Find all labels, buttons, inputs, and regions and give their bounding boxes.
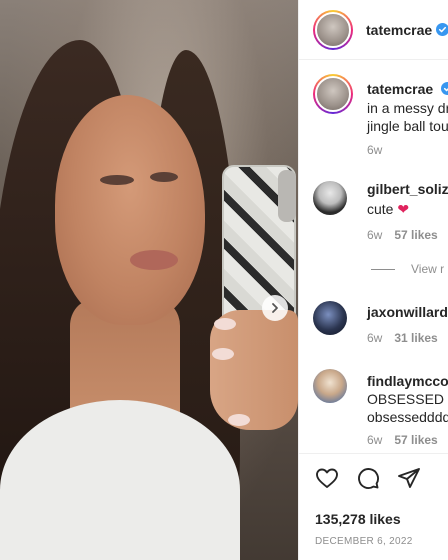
- comment-meta: 6w 57 likes: [367, 433, 438, 447]
- comment-likes[interactable]: 57 likes: [394, 433, 437, 447]
- comment-username[interactable]: jaxonwillard: [367, 304, 448, 320]
- comment-time: 6w: [367, 331, 383, 345]
- replies-divider: [371, 268, 395, 270]
- view-replies-label[interactable]: View r: [411, 262, 444, 276]
- comment-likes[interactable]: 31 likes: [394, 331, 437, 345]
- post-header: tatemcrae: [299, 0, 448, 60]
- comment-icon[interactable]: [356, 466, 380, 490]
- caption-avatar[interactable]: [313, 74, 353, 114]
- action-icons: [315, 466, 421, 490]
- post-actions: 135,278 likes DECEMBER 6, 2022: [299, 453, 448, 560]
- red-heart-emoji-icon: ❤: [397, 201, 410, 217]
- comment-text: cute ❤: [367, 201, 410, 217]
- next-arrow-icon: [272, 303, 278, 313]
- comment-time: 6w: [367, 228, 383, 242]
- caption-text-line: jingle ball tou: [367, 118, 448, 134]
- comment-meta: 6w 57 likes: [367, 228, 438, 242]
- post-panel: tatemcrae tatemcrae in a messy dr jingle…: [298, 0, 448, 560]
- author-avatar[interactable]: [313, 9, 353, 50]
- photo-eye-left: [100, 175, 134, 185]
- heart-icon[interactable]: [315, 466, 339, 490]
- likes-count[interactable]: 135,278 likes: [315, 511, 401, 527]
- comment-username[interactable]: findlaymccor: [367, 373, 448, 389]
- photo-nail: [214, 318, 236, 330]
- caption-text-line: in a messy dr: [367, 100, 448, 116]
- author-username[interactable]: tatemcrae: [366, 22, 432, 38]
- caption-username[interactable]: tatemcrae: [367, 81, 448, 97]
- post-date: DECEMBER 6, 2022: [315, 536, 413, 547]
- author-username-link[interactable]: tatemcrae: [366, 22, 448, 38]
- photo-nail: [228, 414, 250, 426]
- comment-time: 6w: [367, 433, 383, 447]
- verified-icon: [441, 82, 448, 95]
- post-photo: [0, 0, 298, 560]
- comments-list: tatemcrae in a messy dr jingle ball tou …: [299, 61, 448, 453]
- comment-text-line: obsesseddddc: [367, 409, 448, 425]
- verified-icon: [436, 23, 448, 36]
- comment-meta: 6w 31 likes: [367, 331, 438, 345]
- comment-username[interactable]: gilbert_soliz: [367, 181, 448, 197]
- commenter-avatar[interactable]: [313, 301, 347, 335]
- comment-text-line: OBSESSED no: [367, 391, 448, 407]
- commenter-avatar[interactable]: [313, 369, 347, 403]
- photo-nail: [212, 348, 234, 360]
- comment-likes[interactable]: 57 likes: [394, 228, 437, 242]
- photo-phone-camera: [278, 170, 296, 222]
- commenter-avatar[interactable]: [313, 181, 347, 215]
- next-photo-button[interactable]: [262, 295, 288, 321]
- caption-time: 6w: [367, 143, 383, 157]
- photo-lips: [130, 250, 178, 270]
- share-icon[interactable]: [397, 466, 421, 490]
- photo-eye-right: [150, 172, 178, 182]
- view-replies-button[interactable]: View r: [371, 262, 444, 276]
